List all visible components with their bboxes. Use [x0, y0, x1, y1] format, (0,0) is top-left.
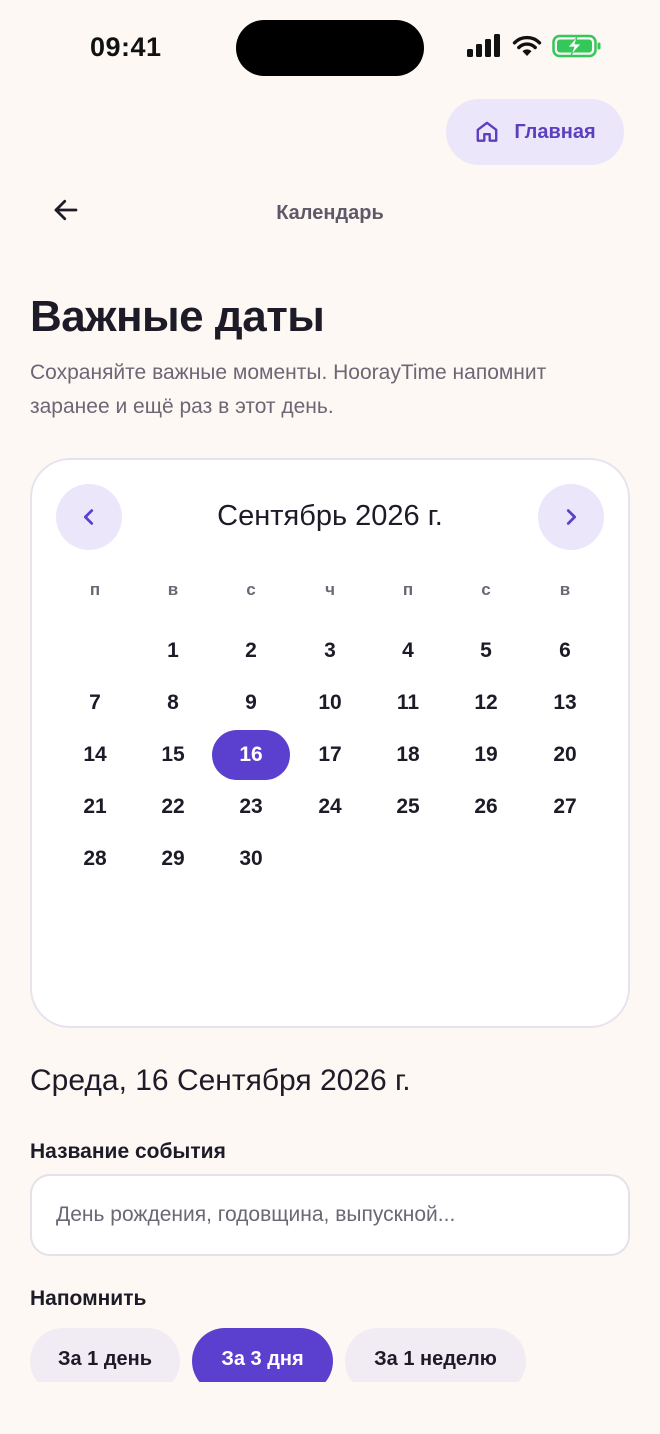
- calendar-day[interactable]: 21: [56, 782, 134, 832]
- remind-option-3-days[interactable]: За 3 дня: [192, 1328, 333, 1382]
- calendar-day[interactable]: 8: [134, 678, 212, 728]
- remind-option-1-week[interactable]: За 1 неделю: [345, 1328, 526, 1382]
- battery-charging-icon: [552, 34, 601, 58]
- calendar-day[interactable]: 30: [212, 834, 290, 884]
- nav-title: Календарь: [276, 202, 384, 224]
- weekday-label: п: [402, 580, 414, 599]
- calendar-day[interactable]: 15: [134, 730, 212, 780]
- calendar-day[interactable]: 27: [526, 782, 604, 832]
- calendar-card: Сентябрь 2026 г. п в с ч п с в 1 2 3 4 5 6 7 8 9 10 11 12 1…: [30, 458, 630, 1028]
- event-name-label: Название события: [30, 1140, 226, 1163]
- weekday-label: с: [481, 580, 491, 599]
- remind-label: Напомнить: [30, 1287, 147, 1310]
- cellular-signal-icon: [467, 34, 500, 57]
- remind-option-1-day[interactable]: За 1 день: [30, 1328, 180, 1382]
- calendar-day[interactable]: 24: [291, 782, 369, 832]
- calendar-day[interactable]: 29: [134, 834, 212, 884]
- calendar-day[interactable]: 18: [369, 730, 447, 780]
- home-icon: [476, 121, 498, 142]
- calendar-day[interactable]: 4: [369, 626, 447, 676]
- calendar-day[interactable]: 20: [526, 730, 604, 780]
- calendar-day[interactable]: 1: [134, 626, 212, 676]
- calendar-day[interactable]: 19: [447, 730, 525, 780]
- calendar-day[interactable]: 7: [56, 678, 134, 728]
- calendar-day[interactable]: 10: [291, 678, 369, 728]
- chevron-right-icon: [566, 509, 577, 525]
- home-button-label: Главная: [514, 120, 596, 143]
- calendar-day[interactable]: 12: [447, 678, 525, 728]
- weekday-label: ч: [325, 580, 335, 599]
- status-bar: 09:41: [0, 0, 660, 96]
- page-title: Важные даты: [30, 292, 325, 341]
- calendar-day[interactable]: 2: [212, 626, 290, 676]
- next-month-button[interactable]: [538, 484, 604, 550]
- weekday-label: с: [246, 580, 256, 599]
- calendar-day[interactable]: 11: [369, 678, 447, 728]
- dynamic-island: [236, 20, 424, 76]
- calendar-day[interactable]: 17: [291, 730, 369, 780]
- status-icons: [466, 34, 602, 58]
- status-time: 09:41: [90, 32, 162, 62]
- calendar-day[interactable]: 28: [56, 834, 134, 884]
- wifi-icon: [512, 35, 542, 56]
- calendar-day[interactable]: 26: [447, 782, 525, 832]
- selected-date-label: Среда, 16 Сентября 2026 г.: [30, 1064, 411, 1097]
- page-subtitle: Сохраняйте важные моменты. HoorayTime на…: [30, 361, 547, 418]
- weekday-label: п: [89, 580, 101, 599]
- calendar-day[interactable]: 25: [369, 782, 447, 832]
- calendar-day[interactable]: 22: [134, 782, 212, 832]
- calendar-day[interactable]: 9: [212, 678, 290, 728]
- calendar-day[interactable]: 23: [212, 782, 290, 832]
- weekday-label: в: [559, 580, 571, 599]
- weekday-label: в: [167, 580, 179, 599]
- calendar-day-selected[interactable]: 16: [212, 730, 290, 780]
- event-name-input[interactable]: [30, 1174, 630, 1256]
- remind-options: За 1 день За 3 дня За 1 неделю: [30, 1328, 660, 1382]
- calendar-day[interactable]: 14: [56, 730, 134, 780]
- calendar-day[interactable]: 5: [447, 626, 525, 676]
- calendar-day[interactable]: 3: [291, 626, 369, 676]
- calendar-day[interactable]: 13: [526, 678, 604, 728]
- home-button[interactable]: Главная: [446, 99, 624, 165]
- calendar-day[interactable]: 6: [526, 626, 604, 676]
